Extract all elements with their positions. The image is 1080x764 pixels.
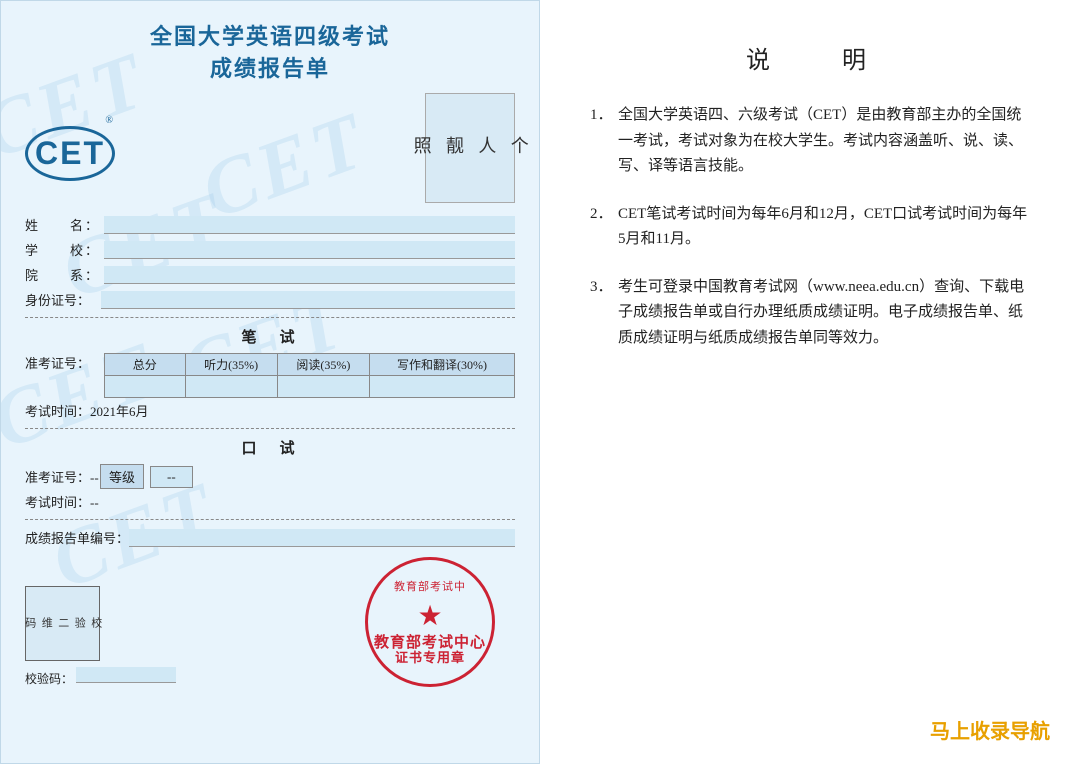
name-label: 姓 名： [25, 215, 100, 234]
report-no-label: 成绩报告单编号： [25, 528, 129, 547]
cet-logo-oval: CET [25, 126, 115, 181]
score-section: 准考证号： 总分 听力(35%) 阅读(35%) 写作和翻译(30%) [25, 353, 515, 420]
qr-label-text: 校验二维码 [21, 617, 104, 631]
department-field-row: 院 系： [25, 265, 515, 284]
score-listening [185, 376, 277, 398]
official-seal: 教育部考试中 ★ 教育部考试中心 证书专用章 [365, 557, 495, 687]
oral-time-row: 考试时间：-- [25, 492, 515, 511]
oral-admission-row: 准考证号：-- 等级 -- [25, 464, 515, 489]
photo-box: 个人靓照 [425, 93, 515, 203]
bottom-row: 校验二维码 校验码： 教育部考试中 ★ 教育部考试中心 证书专用章 [25, 557, 515, 687]
oral-grade-value: -- [150, 466, 193, 488]
id-field-row: 身份证号： [25, 290, 515, 309]
cet-logo-text: CET [35, 135, 105, 172]
oral-grade-label: 等级 [100, 464, 144, 489]
id-value [101, 291, 515, 309]
explanation-panel: 说 明 1． 全国大学英语四、六级考试（CET）是由教育部主办的全国统一考试，考… [540, 0, 1080, 764]
seal-container: 教育部考试中 ★ 教育部考试中心 证书专用章 [365, 557, 495, 687]
cet-logo: ® CET [25, 115, 115, 181]
score-header-listening: 听力(35%) [185, 354, 277, 376]
school-value [104, 241, 515, 259]
score-total [105, 376, 186, 398]
item-number-2: 2． [590, 202, 618, 253]
explanation-list: 1． 全国大学英语四、六级考试（CET）是由教育部主办的全国统一考试，考试对象为… [590, 103, 1030, 351]
divider-3 [25, 519, 515, 520]
school-field-row: 学 校： [25, 240, 515, 259]
certificate-content: 全国大学英语四级考试 成绩报告单 ® CET 个人靓照 姓 名： 学 校： [25, 19, 515, 687]
written-section-header: 笔 试 [25, 326, 515, 347]
item-number-1: 1． [590, 103, 618, 180]
cert-header: 全国大学英语四级考试 成绩报告单 [25, 19, 515, 83]
score-header-writing: 写作和翻译(30%) [370, 354, 515, 376]
explanation-title: 说 明 [590, 40, 1030, 75]
explanation-item-1: 1． 全国大学英语四、六级考试（CET）是由教育部主办的全国统一考试，考试对象为… [590, 103, 1030, 180]
explanation-item-2: 2． CET笔试考试时间为每年6月和12月，CET口试考试时间为每年5月和11月… [590, 202, 1030, 253]
score-writing [370, 376, 515, 398]
logo-photo-row: ® CET 个人靓照 [25, 93, 515, 203]
qr-section: 校验二维码 校验码： [25, 586, 176, 687]
written-exam-time: 考试时间：2021年6月 [25, 401, 515, 420]
name-field-row: 姓 名： [25, 215, 515, 234]
admission-label-written: 准考证号： [25, 353, 100, 372]
registered-symbol: ® [105, 115, 113, 126]
dept-value [104, 266, 515, 284]
cert-title-line1: 全国大学英语四级考试 [25, 19, 515, 51]
score-reading [277, 376, 369, 398]
item-text-2: CET笔试考试时间为每年6月和12月，CET口试考试时间为每年5月和11月。 [618, 202, 1030, 253]
id-label: 身份证号： [25, 290, 97, 309]
item-text-3: 考生可登录中国教育考试网（www.neea.edu.cn）查询、下载电子成绩报告… [618, 275, 1030, 352]
score-header-total: 总分 [105, 354, 186, 376]
school-label: 学 校： [25, 240, 100, 259]
verify-label: 校验码： [25, 672, 73, 686]
report-no-row: 成绩报告单编号： [25, 528, 515, 547]
cert-title-line2: 成绩报告单 [25, 51, 515, 83]
item-text-1: 全国大学英语四、六级考试（CET）是由教育部主办的全国统一考试，考试对象为在校大… [618, 103, 1030, 180]
certificate-panel: CET CET CET CET CET CET 全国大学英语四级考试 成绩报告单… [0, 0, 540, 764]
verify-value [76, 667, 176, 683]
name-value [104, 216, 515, 234]
footer-brand: 马上收录导航 [930, 715, 1050, 744]
divider-2 [25, 428, 515, 429]
score-table: 总分 听力(35%) 阅读(35%) 写作和翻译(30%) [104, 353, 515, 398]
score-header-reading: 阅读(35%) [277, 354, 369, 376]
exam-time-label: 考试时间： [25, 404, 90, 419]
divider-1 [25, 317, 515, 318]
oral-time-label: 考试时间：-- [25, 492, 100, 511]
seal-top-text: 教育部考试中 [394, 578, 466, 594]
dept-label: 院 系： [25, 265, 100, 284]
score-row-admission: 准考证号： 总分 听力(35%) 阅读(35%) 写作和翻译(30%) [25, 353, 515, 398]
verify-row: 校验码： [25, 667, 176, 687]
exam-time-value: 2021年6月 [90, 404, 149, 419]
item-number-3: 3． [590, 275, 618, 352]
oral-admission-label: 准考证号：-- [25, 467, 100, 486]
seal-bottom-text: 证书专用章 [395, 647, 465, 666]
oral-section-header: 口 试 [25, 437, 515, 458]
seal-star: ★ [417, 599, 442, 633]
photo-label: 个人靓照 [405, 136, 535, 160]
qr-box: 校验二维码 [25, 586, 100, 661]
explanation-item-3: 3． 考生可登录中国教育考试网（www.neea.edu.cn）查询、下载电子成… [590, 275, 1030, 352]
report-no-value [129, 529, 515, 547]
